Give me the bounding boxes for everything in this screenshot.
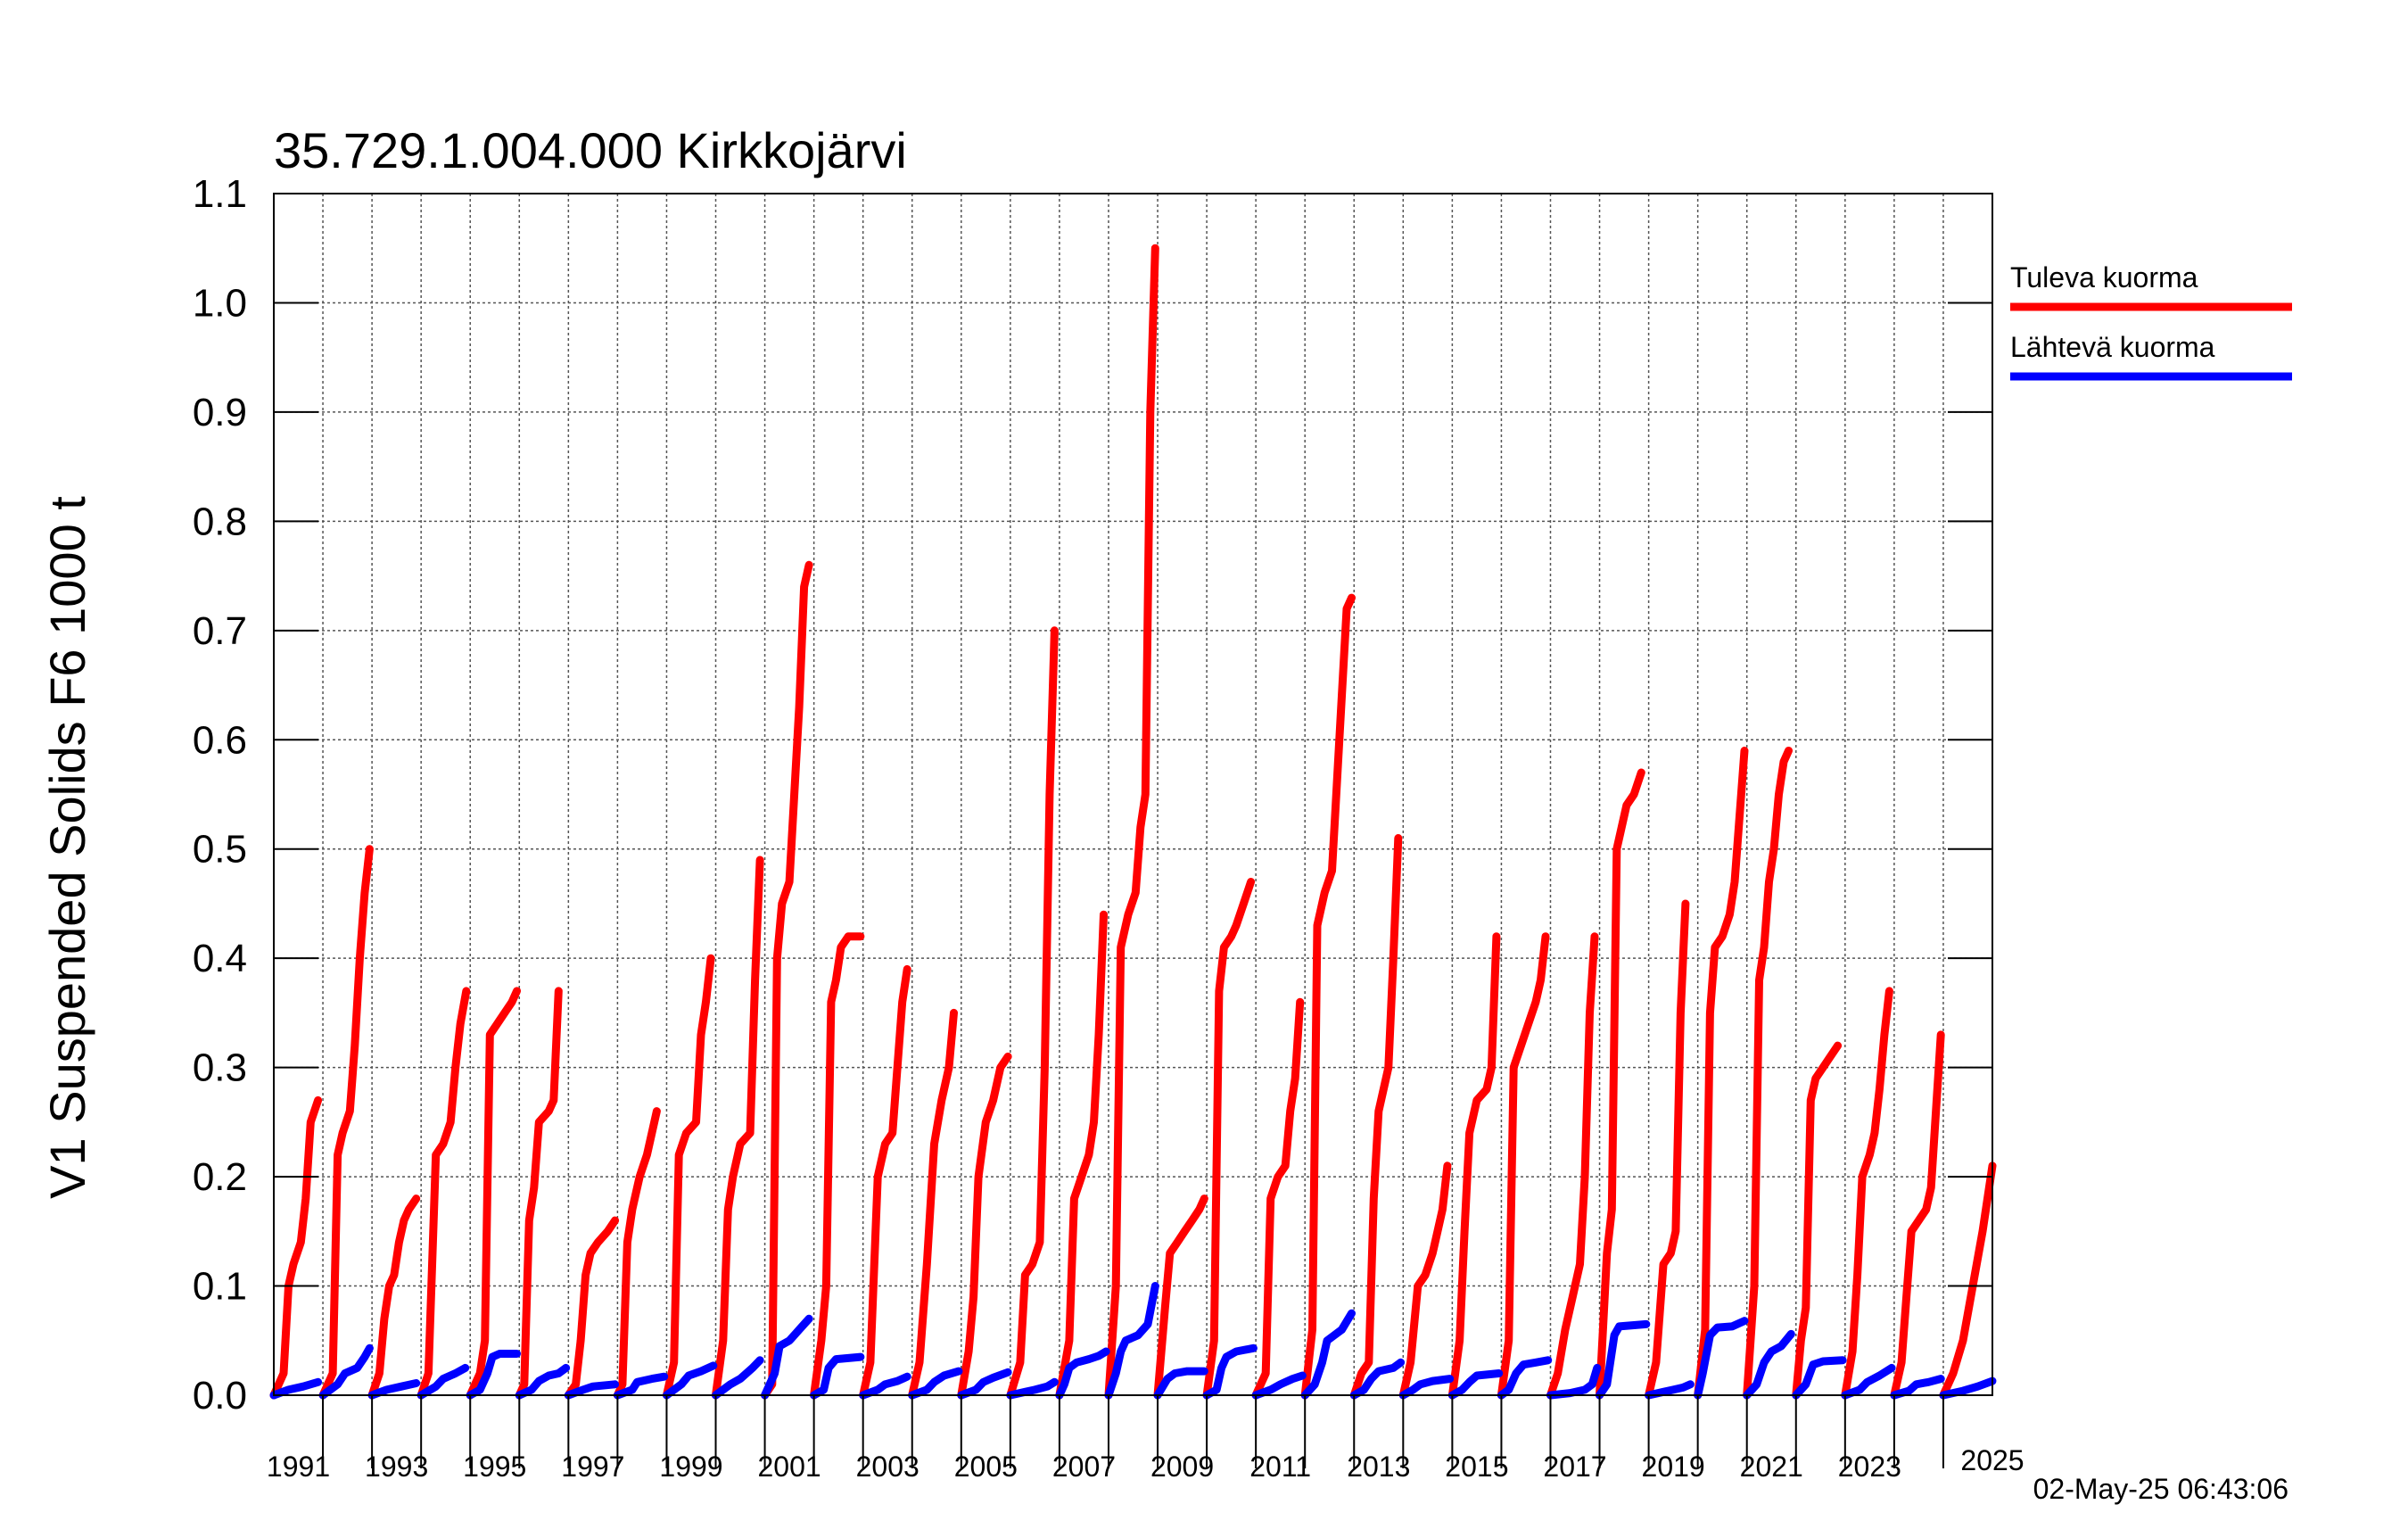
x-tick-label: 2001 — [758, 1451, 821, 1483]
y-tick-label: 0.5 — [193, 828, 247, 872]
x-tick-label: 1995 — [463, 1451, 526, 1483]
chart: 0.0 0.1 0.2 0.3 0.4 0.5 0.6 0.7 0.8 0.9 1.0 1.1 1991… — [0, 0, 2408, 1517]
x-tick-label: 2021 — [1740, 1451, 1803, 1483]
x-tick-label: 2005 — [954, 1451, 1018, 1483]
chart-title: 35.729.1.004.000 Kirkkojärvi — [274, 122, 907, 178]
y-tick-label: 0.0 — [193, 1374, 247, 1418]
y-tick-label: 0.6 — [193, 718, 247, 762]
x-tick-label: 2023 — [1838, 1451, 1901, 1483]
x-tick-label: 2011 — [1249, 1451, 1311, 1483]
x-tick-label: 2007 — [1052, 1451, 1116, 1483]
legend-label: Lähtevä kuorma — [2010, 331, 2215, 363]
chart-background — [0, 0, 2408, 1517]
x-tick-label: 2013 — [1347, 1451, 1410, 1483]
x-tick-label: 2015 — [1445, 1451, 1508, 1483]
y-tick-label: 0.2 — [193, 1155, 247, 1199]
y-tick-label: 0.8 — [193, 500, 247, 543]
y-tick-label: 1.1 — [193, 172, 247, 216]
x-tick-label: 2009 — [1150, 1451, 1214, 1483]
y-axis-label: V1 Suspended Solids F6 1000 t — [39, 496, 95, 1199]
x-tick-label: 1993 — [365, 1451, 428, 1483]
x-tick-label: 2025 — [1960, 1444, 2024, 1476]
x-tick-label: 2019 — [1642, 1451, 1705, 1483]
x-tick-label: 2003 — [856, 1451, 919, 1483]
legend-label: Tuleva kuorma — [2010, 261, 2198, 293]
y-tick-label: 0.3 — [193, 1046, 247, 1090]
x-tick-label: 2017 — [1543, 1451, 1606, 1483]
y-tick-label: 1.0 — [193, 281, 247, 325]
x-tick-label: 1999 — [659, 1451, 722, 1483]
x-tick-label: 1997 — [561, 1451, 624, 1483]
timestamp: 02-May-25 06:43:06 — [2033, 1473, 2288, 1505]
chart-svg: 0.0 0.1 0.2 0.3 0.4 0.5 0.6 0.7 0.8 0.9 1.0 1.1 1991… — [0, 0, 2408, 1517]
y-tick-label: 0.9 — [193, 391, 247, 434]
y-tick-label: 0.1 — [193, 1265, 247, 1309]
y-tick-label: 0.4 — [193, 937, 247, 980]
y-tick-label: 0.7 — [193, 609, 247, 653]
x-tick-label: 1991 — [267, 1451, 330, 1483]
